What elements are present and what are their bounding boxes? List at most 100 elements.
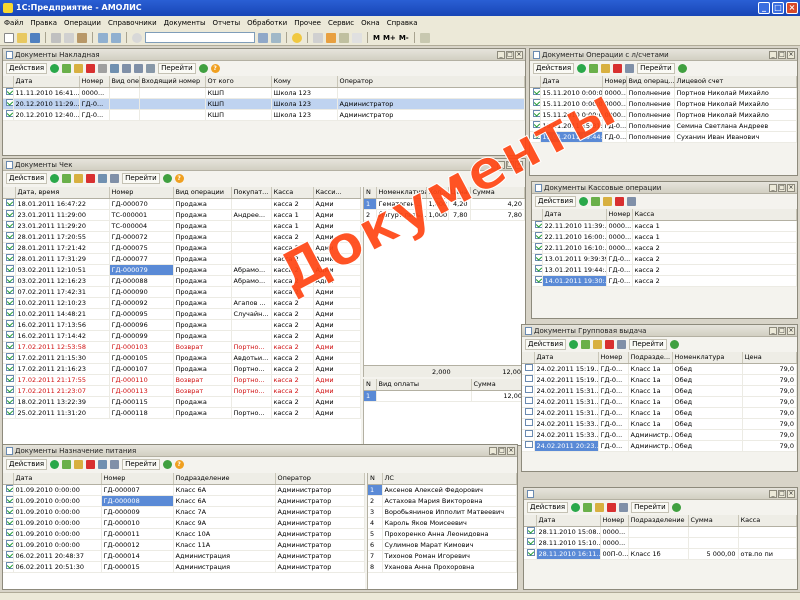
actions-button[interactable]: Действия	[533, 63, 575, 74]
goto-button[interactable]: Перейти	[122, 459, 160, 470]
add-icon[interactable]	[50, 64, 60, 73]
goto-button[interactable]: Перейти	[122, 173, 160, 184]
column-header[interactable]: Входящий номер	[139, 76, 206, 88]
refresh-icon[interactable]	[162, 460, 172, 469]
menu-item[interactable]: Отчеты	[213, 19, 241, 27]
table-row[interactable]: 24.02.2011 15:31... ГД-0... Класс 1а Обед 79…	[522, 407, 797, 419]
refresh-icon[interactable]	[677, 64, 687, 73]
column-header[interactable]: Дата	[536, 515, 601, 527]
table-row[interactable]: 01.09.2010 0:00:00 ГД-000010 Класс 9А Админ…	[3, 517, 365, 529]
edit-icon[interactable]	[74, 460, 84, 469]
copy-doc-icon[interactable]	[589, 64, 599, 73]
table-row[interactable]: 28.01.2011 17:20:55 ГД-000072 Продажа касса…	[3, 231, 361, 243]
table-row[interactable]: 07.02.2011 17:42:31 ГД-000090 Продажа касса…	[3, 286, 361, 298]
delete-icon[interactable]	[607, 503, 617, 512]
column-header[interactable]: Дата	[13, 473, 102, 485]
table-row[interactable]: 4 Кароль Яков Моисеевич	[368, 517, 517, 529]
panel-minimize-button[interactable]: _	[489, 447, 497, 455]
table-row[interactable]: 17.02.2011 21:23:07 ГД-000113 Возврат Портн…	[3, 385, 361, 397]
post-icon[interactable]	[98, 64, 108, 73]
menu-item[interactable]: Окна	[361, 19, 380, 27]
add-icon[interactable]	[50, 174, 60, 183]
panel-close-button[interactable]: ×	[507, 447, 515, 455]
add-icon[interactable]	[579, 197, 589, 206]
menu-item[interactable]: Файл	[4, 19, 23, 27]
table-row[interactable]: 13.01.2011 19:44:... ГД-0... касса 2	[532, 264, 797, 276]
column-header[interactable]: Подразде...	[628, 352, 673, 364]
paste-icon[interactable]	[77, 32, 87, 43]
table-row[interactable]: 06.02.2011 20:51:30 ГД-000015 Администраци…	[3, 561, 365, 573]
filter-icon[interactable]	[110, 174, 120, 183]
minimize-button[interactable]: _	[758, 2, 770, 14]
panel-maximize-button[interactable]: □	[506, 161, 514, 169]
copy-icon[interactable]	[64, 32, 74, 43]
column-header[interactable]: Номер	[606, 209, 633, 221]
column-header[interactable]: Дата	[13, 76, 80, 88]
panel-maximize-button[interactable]: □	[778, 327, 786, 335]
table-row[interactable]: 15.11.2010 0:00:00 0000... Пополнение Портн…	[530, 109, 797, 121]
column-header[interactable]: Дата	[534, 352, 599, 364]
filter-icon[interactable]	[617, 340, 627, 349]
panel-close-button[interactable]: ×	[787, 51, 795, 59]
table-row[interactable]: 10.02.2011 14:48:21 ГД-000095 Продажа Случа…	[3, 308, 361, 320]
copy-doc-icon[interactable]	[591, 197, 601, 206]
table-row[interactable]: 18.02.2011 13:22:39 ГД-000115 Продажа касса…	[3, 396, 361, 408]
table-row[interactable]: 28.01.2011 17:31:29 ГД-000077 Продажа касса…	[3, 253, 361, 265]
table-row[interactable]: 1 Аксенов Алексей Федорович	[368, 484, 517, 496]
table-row[interactable]: 01.09.2010 0:00:00 ГД-000009 Класс 7А Админ…	[3, 506, 365, 518]
table-row[interactable]: 17.02.2011 21:16:23 ГД-000107 Продажа Портн…	[3, 363, 361, 375]
actions-button[interactable]: Действия	[525, 339, 567, 350]
find-icon[interactable]	[98, 174, 108, 183]
menu-item[interactable]: Документы	[164, 19, 206, 27]
table-row[interactable]: 1 Гематоген ... 1,000 4,20 4,20	[364, 198, 525, 210]
column-header[interactable]: Номер	[79, 76, 110, 88]
help-icon[interactable]: ?	[174, 174, 184, 183]
table-row[interactable]: 24.02.2011 15:31... ГД-0... Класс 1а Обед 79…	[522, 396, 797, 408]
delete-icon[interactable]	[86, 174, 96, 183]
panel-maximize-button[interactable]: □	[506, 51, 514, 59]
actions-button[interactable]: Действия	[535, 196, 577, 207]
table-row[interactable]: 17.02.2011 21:15:30 ГД-000105 Продажа Авдот…	[3, 352, 361, 364]
menu-item[interactable]: Справка	[387, 19, 418, 27]
table-row[interactable]: 24.02.2011 15:33... ГД-0... Класс 1а Обед 79…	[522, 418, 797, 430]
table-row[interactable]: 25.02.2011 11:31:20 ГД-000118 Продажа Портн…	[3, 407, 361, 419]
add-icon[interactable]	[577, 64, 587, 73]
column-header[interactable]: Лицевой счет	[674, 76, 797, 88]
table-row[interactable]: 1 12,00	[364, 390, 525, 402]
table-row[interactable]: 13.01.2011 9:39:39 ГД-0... касса 2	[532, 253, 797, 265]
column-header[interactable]: Кому	[271, 76, 338, 88]
table-row[interactable]: 11.11.2010 16:41... 0000... КШП Школа 123	[3, 87, 525, 99]
actions-button[interactable]: Действия	[6, 173, 48, 184]
copy-doc-icon[interactable]	[62, 64, 72, 73]
column-header[interactable]: Дата	[540, 76, 603, 88]
filter-icon[interactable]	[625, 64, 635, 73]
panel-close-button[interactable]: ×	[787, 327, 795, 335]
column-header[interactable]: Подразделение	[628, 515, 689, 527]
calculator-icon[interactable]	[339, 32, 349, 43]
column-header[interactable]: Номер	[101, 473, 174, 485]
panel-minimize-button[interactable]: _	[769, 51, 777, 59]
table-row[interactable]: 24.02.2011 15:19... ГД-0... Класс 1а Обед 79…	[522, 363, 797, 375]
table-row[interactable]: 01.09.2010 0:00:00 ГД-000012 Класс 11А Адми…	[3, 539, 365, 551]
find-icon[interactable]	[110, 64, 120, 73]
column-header[interactable]: Подразделение	[173, 473, 276, 485]
refresh-icon[interactable]	[669, 340, 679, 349]
actions-button[interactable]: Действия	[527, 502, 569, 513]
search-icon[interactable]	[132, 32, 142, 43]
table-row[interactable]: 24.02.2011 20:23... ГД-0... Администр... Об…	[522, 440, 797, 452]
undo-icon[interactable]	[98, 32, 108, 43]
panel-minimize-button[interactable]: _	[769, 327, 777, 335]
table-row[interactable]: 17.02.2011 12:53:58 ГД-000103 Возврат Портн…	[3, 341, 361, 353]
delete-icon[interactable]	[86, 64, 96, 73]
menu-item[interactable]: Справочники	[108, 19, 157, 27]
tree-icon[interactable]	[146, 64, 156, 73]
table-row[interactable]: 06.02.2011 20:48:37 ГД-000014 Администраци…	[3, 550, 365, 562]
table-row[interactable]: 22.11.2010 11:39:... 0000... касса 1	[532, 220, 797, 232]
filter-icon[interactable]	[627, 197, 637, 206]
column-header[interactable]: Вид оплаты	[376, 379, 472, 391]
table-row[interactable]: 23.01.2011 11:29:20 ТС-000004 Продажа касса…	[3, 220, 361, 232]
column-header[interactable]: N	[364, 379, 377, 391]
panel-maximize-button[interactable]: □	[498, 447, 506, 455]
column-header[interactable]: Цена	[448, 187, 471, 199]
help-icon[interactable]: ?	[210, 64, 220, 73]
